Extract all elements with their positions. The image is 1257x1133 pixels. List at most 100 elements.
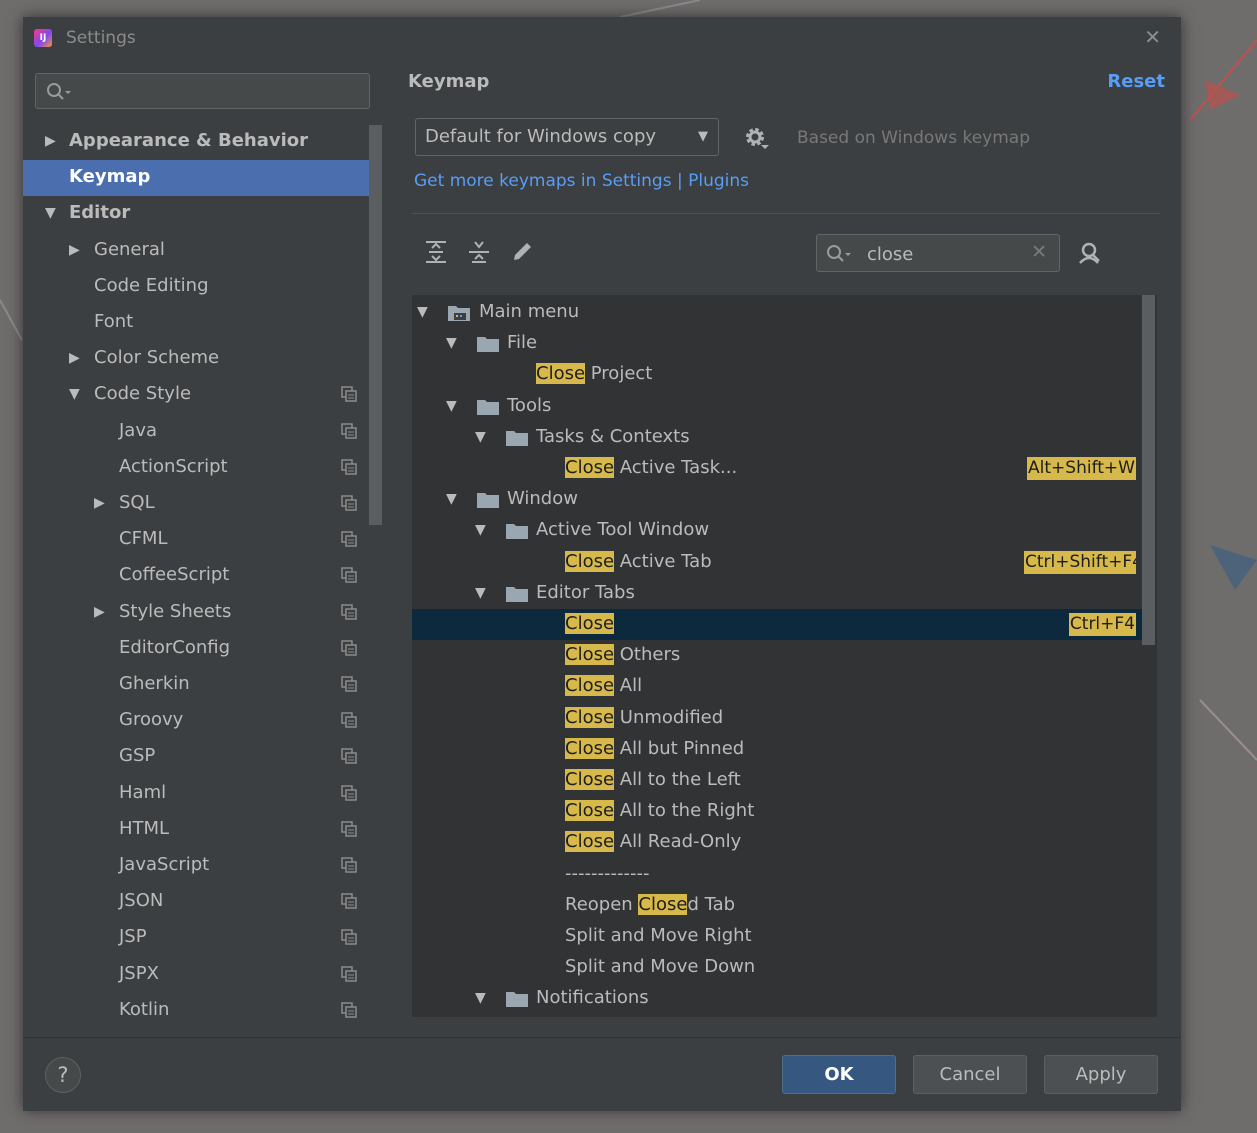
action-group-row[interactable]: ▼ Active Tool Window <box>412 515 1142 546</box>
sidebar-item-groovy[interactable]: Groovy <box>23 703 369 739</box>
collapsed-arrow-icon[interactable]: ▶ <box>94 486 105 520</box>
close-dialog-button[interactable]: ✕ <box>1144 25 1161 49</box>
action-row[interactable]: Close All to the Right <box>412 796 1142 827</box>
action-row[interactable]: Close All <box>412 671 1142 702</box>
action-row[interactable]: Split and Move Down <box>412 952 1142 983</box>
sidebar-item-label: Code Editing <box>94 274 209 296</box>
sidebar-item-kotlin[interactable]: Kotlin <box>23 993 369 1029</box>
action-row[interactable]: ------------- <box>412 859 1142 890</box>
action-group-row[interactable]: ▼ Window <box>412 484 1142 515</box>
action-row[interactable]: Close Others <box>412 640 1142 671</box>
expanded-arrow-icon[interactable]: ▼ <box>475 578 486 608</box>
reset-link[interactable]: Reset <box>1107 71 1165 92</box>
sidebar-item-font[interactable]: Font <box>23 305 369 341</box>
collapsed-arrow-icon[interactable]: ▶ <box>94 595 105 629</box>
action-group-row[interactable]: ▼ Tasks & Contexts <box>412 422 1142 453</box>
expanded-arrow-icon[interactable]: ▼ <box>446 328 457 358</box>
sidebar-item-label: Style Sheets <box>119 600 232 622</box>
find-by-shortcut-icon[interactable] <box>1076 241 1102 267</box>
sidebar-item-coffeescript[interactable]: CoffeeScript <box>23 558 369 594</box>
gear-icon[interactable] <box>744 126 770 152</box>
action-filter-input[interactable] <box>865 242 1019 266</box>
help-button[interactable]: ? <box>45 1057 81 1093</box>
dialog-footer: ? OK Cancel Apply <box>23 1037 1181 1111</box>
sidebar-item-haml[interactable]: Haml <box>23 776 369 812</box>
action-group-row[interactable]: ▼ Editor Tabs <box>412 578 1142 609</box>
sidebar-item-color-scheme[interactable]: ▶ Color Scheme <box>23 341 369 377</box>
expanded-arrow-icon[interactable]: ▼ <box>475 983 486 1013</box>
action-label: Notifications <box>536 983 649 1013</box>
sidebar-item-gherkin[interactable]: Gherkin <box>23 667 369 703</box>
collapsed-arrow-icon[interactable]: ▶ <box>69 341 80 375</box>
sidebar-item-appearance-behavior[interactable]: ▶ Appearance & Behavior <box>23 124 369 160</box>
collapsed-arrow-icon[interactable]: ▶ <box>45 124 56 158</box>
sidebar-item-label: Haml <box>119 781 167 803</box>
action-label: Close Others <box>565 640 680 670</box>
action-group-row[interactable]: ▼ Notifications <box>412 983 1142 1014</box>
project-copy-icon <box>341 1002 357 1018</box>
sidebar-item-javascript[interactable]: JavaScript <box>23 848 369 884</box>
action-label: Close All but Pinned <box>565 734 744 764</box>
expanded-arrow-icon[interactable]: ▼ <box>69 377 80 411</box>
expanded-arrow-icon[interactable]: ▼ <box>417 297 428 327</box>
action-row[interactable]: Close All Read-Only <box>412 827 1142 858</box>
sidebar-item-code-style[interactable]: ▼ Code Style <box>23 377 369 413</box>
sidebar-scrollbar[interactable] <box>369 125 382 525</box>
expand-all-icon[interactable] <box>423 239 449 265</box>
folder-icon <box>477 493 499 509</box>
action-row[interactable]: Split and Move Right <box>412 921 1142 952</box>
action-label: File <box>507 328 537 358</box>
expanded-arrow-icon[interactable]: ▼ <box>446 391 457 421</box>
action-row[interactable]: Close Unmodified <box>412 703 1142 734</box>
action-group-row[interactable]: ▼ File <box>412 328 1142 359</box>
search-match-highlight: Close <box>565 831 615 853</box>
cancel-button[interactable]: Cancel <box>913 1055 1027 1094</box>
action-group-row[interactable]: ▼ Main menu <box>412 297 1142 328</box>
sidebar-item-code-editing[interactable]: Code Editing <box>23 269 369 305</box>
sidebar-item-gsp[interactable]: GSP <box>23 739 369 775</box>
expanded-arrow-icon[interactable]: ▼ <box>475 422 486 452</box>
action-row[interactable]: Reopen Closed Tab <box>412 890 1142 921</box>
sidebar-item-jspx[interactable]: JSPX <box>23 957 369 993</box>
action-label: Close All to the Right <box>565 796 754 826</box>
action-label: Tasks & Contexts <box>536 422 690 452</box>
sidebar-item-jsp[interactable]: JSP <box>23 920 369 956</box>
collapsed-arrow-icon[interactable]: ▶ <box>69 233 80 267</box>
actions-scrollbar[interactable] <box>1142 295 1155 645</box>
sidebar-item-label: Gherkin <box>119 673 190 694</box>
sidebar-item-html[interactable]: HTML <box>23 812 369 848</box>
action-row[interactable]: Close All to the Left <box>412 765 1142 796</box>
action-row[interactable]: Close Active Tab Ctrl+Shift+F4 <box>412 547 1142 578</box>
action-label-text: Active Tab <box>614 550 712 572</box>
action-group-row[interactable]: ▼ Tools <box>412 391 1142 422</box>
clear-filter-icon[interactable]: ✕ <box>1031 241 1047 263</box>
sidebar-item-java[interactable]: Java <box>23 414 369 450</box>
sidebar-item-editorconfig[interactable]: EditorConfig <box>23 631 369 667</box>
expanded-arrow-icon[interactable]: ▼ <box>446 484 457 514</box>
sidebar-item-editor[interactable]: ▼ Editor <box>23 196 369 232</box>
action-label-text: ------------- <box>565 862 650 884</box>
settings-search-input[interactable] <box>78 80 362 104</box>
sidebar-item-style-sheets[interactable]: ▶ Style Sheets <box>23 595 369 631</box>
ok-button[interactable]: OK <box>782 1055 896 1094</box>
get-more-keymaps-link[interactable]: Get more keymaps in Settings | Plugins <box>414 171 749 191</box>
collapse-all-icon[interactable] <box>466 239 492 265</box>
action-row[interactable]: Close Ctrl+F4 <box>412 609 1142 640</box>
sidebar-item-actionscript[interactable]: ActionScript <box>23 450 369 486</box>
action-row[interactable]: Close All but Pinned <box>412 734 1142 765</box>
sidebar-item-general[interactable]: ▶ General <box>23 233 369 269</box>
edit-pencil-icon[interactable] <box>509 239 535 265</box>
apply-button[interactable]: Apply <box>1044 1055 1158 1094</box>
sidebar-item-cfml[interactable]: CFML <box>23 522 369 558</box>
sidebar-item-keymap[interactable]: Keymap <box>23 160 369 197</box>
expanded-arrow-icon[interactable]: ▼ <box>45 196 56 230</box>
action-row[interactable]: Close Active Task... Alt+Shift+W <box>412 453 1142 484</box>
action-row[interactable]: Close Project <box>412 359 1142 390</box>
keymap-dropdown[interactable]: Default for Windows copy ▼ <box>415 118 719 156</box>
action-filter-field[interactable]: ✕ <box>816 234 1060 272</box>
sidebar-item-json[interactable]: JSON <box>23 884 369 920</box>
sidebar-item-label: Appearance & Behavior <box>69 130 309 151</box>
settings-search-field[interactable] <box>35 73 370 109</box>
sidebar-item-sql[interactable]: ▶ SQL <box>23 486 369 522</box>
expanded-arrow-icon[interactable]: ▼ <box>475 515 486 545</box>
